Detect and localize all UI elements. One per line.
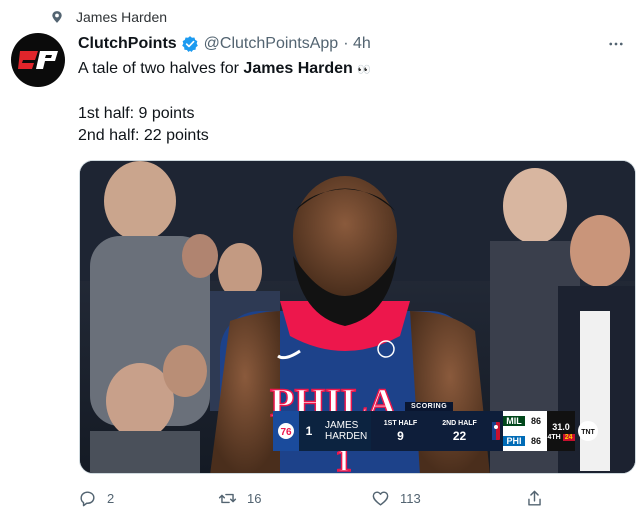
like-button[interactable]: 113 — [371, 486, 421, 510]
sixers-logo-icon: 76 — [273, 411, 299, 451]
tweet-line-second-half: 2nd half: 22 points — [78, 127, 209, 144]
tweet-lead-text: A tale of two halves for — [78, 60, 244, 77]
scorebug-second-half: 2ND HALF 22 — [430, 411, 489, 451]
tweet-line-first-half: 1st half: 9 points — [78, 105, 195, 122]
like-count: 113 — [400, 490, 421, 506]
scorebug-first-name: JAMES — [325, 420, 359, 431]
more-options-button[interactable] — [605, 33, 627, 55]
retweet-icon — [218, 493, 237, 503]
reply-icon — [80, 490, 95, 506]
retweet-count: 16 — [247, 490, 262, 506]
clutchpoints-logo-icon — [18, 51, 58, 69]
tweet-timestamp[interactable]: · 4h — [343, 35, 371, 53]
nba-logo-icon — [489, 411, 503, 451]
avatar[interactable] — [11, 33, 65, 87]
eyes-emoji: 👀 — [357, 64, 372, 76]
pin-icon — [52, 11, 62, 23]
score-bug: 76 1 JAMES HARDEN SCORING 1ST HALF 9 2ND… — [273, 402, 601, 451]
retweet-button[interactable]: 16 — [218, 486, 261, 510]
scorebug-row-team2: PHI 86 — [503, 431, 547, 451]
scorebug-row-team1: MIL 86 — [503, 411, 547, 431]
scorebug-col2-value: 22 — [452, 428, 467, 443]
tweet-body: A tale of two halves for James Harden 👀 … — [78, 58, 618, 147]
scorebug-last-name: HARDEN — [325, 431, 368, 442]
hashtag-like-bold-text[interactable]: James Harden — [243, 60, 352, 77]
tweet-media-image[interactable]: PHILA 1 76 1 JAMES HARDEN SCORING 1ST HA… — [79, 160, 636, 474]
scorebug-team2: PHI — [503, 436, 525, 446]
verified-badge-icon — [181, 36, 198, 52]
scorebug-first-half: 1ST HALF 9 — [371, 411, 430, 451]
author-handle[interactable]: @ClutchPointsApp — [204, 35, 339, 53]
tnt-logo-icon: TNT — [575, 411, 601, 451]
tweet-header: ClutchPoints @ClutchPointsApp · 4h — [78, 33, 627, 55]
scorebug-team2-score: 86 — [530, 436, 541, 446]
scorebug-quarter: 4TH — [547, 433, 561, 441]
reply-button[interactable]: 2 — [78, 486, 114, 510]
scorebug-game-clock: 31.0 — [552, 421, 570, 432]
author-display-name[interactable]: ClutchPoints — [78, 35, 177, 53]
tnt-text: TNT — [581, 429, 595, 436]
heart-icon — [372, 490, 389, 506]
scorebug-player-name: JAMES HARDEN — [319, 411, 371, 451]
scorebug-teams: MIL 86 PHI 86 — [503, 411, 547, 451]
scorebug-team1-score: 86 — [530, 416, 541, 426]
scorebug-col2-label: 2ND HALF — [442, 419, 477, 427]
context-label: James Harden — [76, 9, 168, 25]
tweet-actions: 2 16 113 — [78, 486, 558, 510]
social-context[interactable]: James Harden — [50, 9, 167, 25]
svg-text:76: 76 — [280, 427, 292, 438]
scorebug-team1: MIL — [503, 416, 525, 426]
scorebug-col1-label: 1ST HALF — [383, 419, 418, 427]
scorebug-title: SCORING — [405, 402, 454, 411]
scorebug-clock: 31.0 4TH 24 — [547, 411, 575, 451]
share-icon — [528, 490, 541, 506]
reply-count: 2 — [107, 490, 115, 506]
share-button[interactable] — [525, 486, 544, 510]
scorebug-shot-clock: 24 — [562, 433, 575, 441]
scorebug-col1-value: 9 — [397, 428, 404, 443]
scorebug-player-number: 1 — [299, 411, 319, 451]
more-horizontal-icon — [609, 42, 623, 46]
scorebug-scoring-panel: SCORING 1ST HALF 9 2ND HALF 22 — [371, 402, 489, 451]
